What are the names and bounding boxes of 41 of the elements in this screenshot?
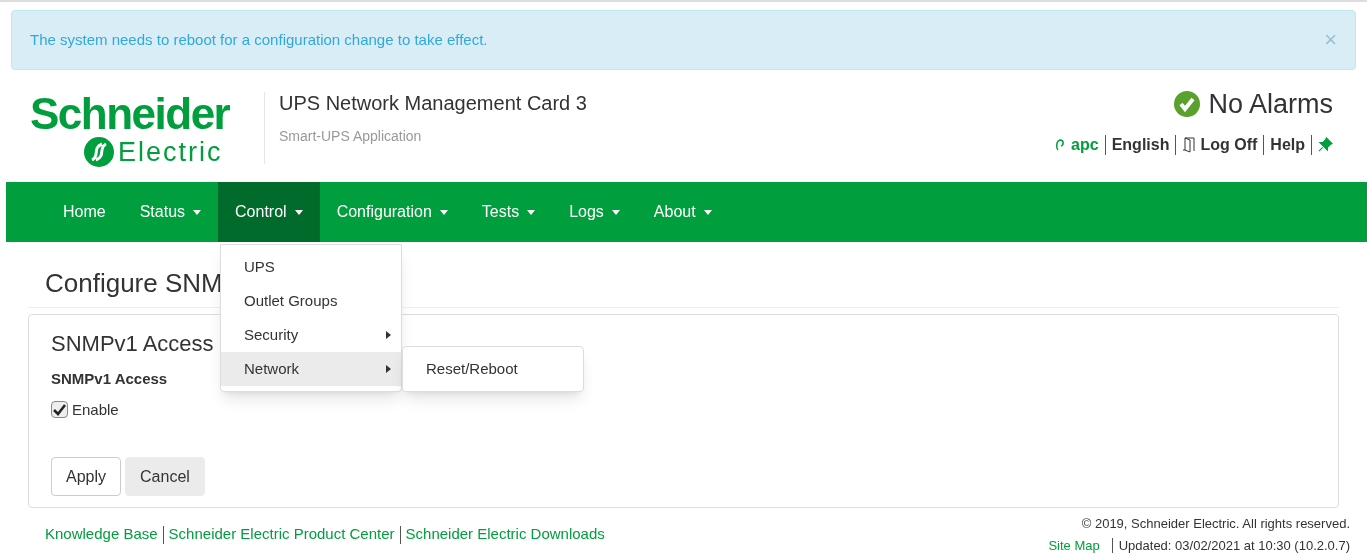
nav-tab[interactable]: Configuration (319, 182, 465, 242)
nav-tab[interactable]: About (636, 182, 729, 242)
menu-item[interactable]: Outlet Groups (221, 284, 401, 318)
menu-item[interactable]: Network (221, 352, 401, 386)
checkbox[interactable] (51, 401, 68, 419)
checkbox-label: Enable (72, 399, 119, 420)
header-link[interactable]: English (1111, 132, 1170, 157)
user-link[interactable]: apc (1055, 132, 1099, 157)
header-link[interactable]: Help (1270, 132, 1305, 157)
app-subtitle: Smart-UPS Application (279, 127, 423, 146)
alarm-status: No Alarms (1208, 88, 1333, 121)
page-title: Configure SNM (45, 268, 223, 298)
footer-link[interactable]: Knowledge Base (45, 523, 158, 546)
logo-icon (82, 136, 116, 168)
alert-message: The system needs to reboot for a configuration change to take effect. (30, 29, 488, 50)
nav-tab[interactable]: Home (46, 182, 123, 242)
cancel-button[interactable]: Cancel (125, 457, 205, 496)
panel-heading: SNMPv1 Access (51, 330, 214, 358)
log-off-link[interactable]: Log Off (1182, 132, 1258, 157)
nav-tab[interactable]: Logs (552, 182, 637, 242)
menu-item[interactable]: UPS (221, 250, 401, 284)
door-icon (1182, 136, 1197, 153)
app-title: UPS Network Management Card 3 (279, 91, 587, 116)
logo-subtitle: Electric (118, 138, 223, 166)
nav-tab[interactable]: Tests (464, 182, 553, 242)
field-label: SNMPv1 Access (51, 369, 168, 389)
check-icon (1174, 91, 1201, 118)
pin-icon (1318, 137, 1333, 152)
footer-link[interactable]: Schneider Electric Product Center (168, 523, 395, 546)
pin-button[interactable] (1318, 137, 1333, 152)
menu-item[interactable]: Security (221, 318, 401, 352)
nav-tab[interactable]: Control (218, 182, 320, 242)
site-map-link[interactable]: Site Map (1048, 535, 1100, 555)
footer-link[interactable]: Schneider Electric Downloads (405, 523, 605, 546)
user-icon (1055, 137, 1066, 152)
copyright-text: © 2019, Schneider Electric. All rights reserved. (1081, 515, 1350, 533)
apply-button[interactable]: Apply (51, 457, 122, 496)
updated-text: Updated: 03/02/2021 at 10:30 (10.2.0.7) (1118, 536, 1350, 555)
logo-wordmark: Schneider (30, 92, 231, 136)
menu-item[interactable]: Reset/Reboot (403, 352, 583, 386)
nav-tab[interactable]: Status (122, 182, 219, 242)
